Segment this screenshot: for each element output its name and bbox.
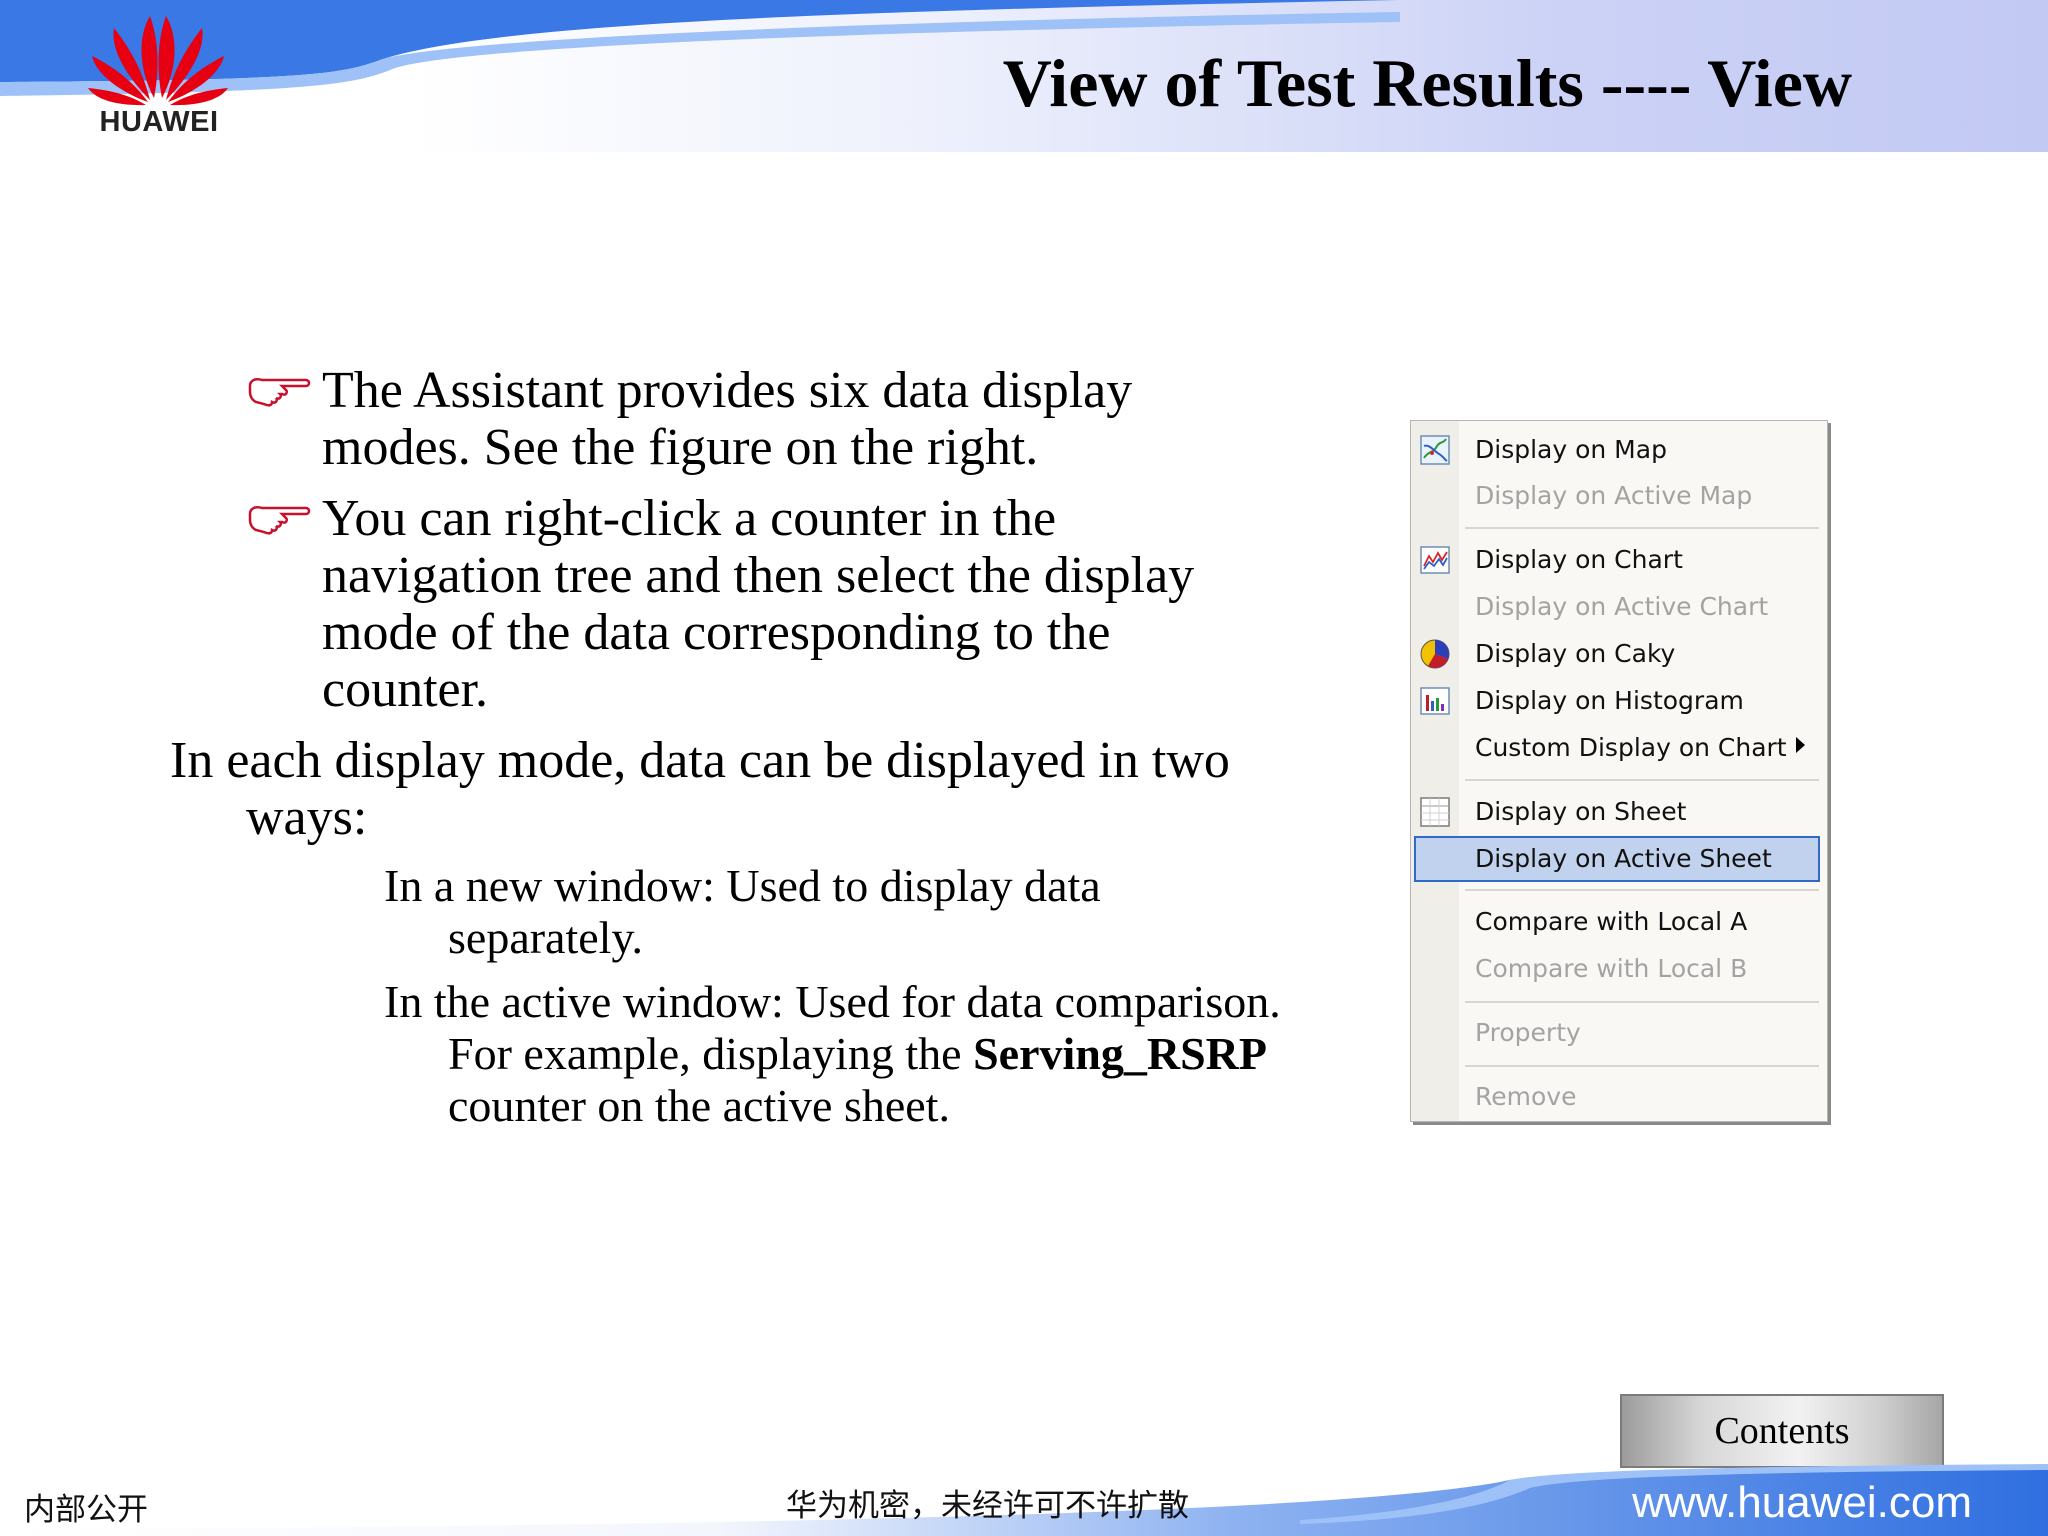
menu-separator: [1465, 889, 1819, 891]
menu-item-display-on-sheet[interactable]: Display on Sheet: [1411, 789, 1827, 835]
menu-item-label: Display on Active Sheet: [1475, 844, 1772, 873]
menu-item-label: Compare with Local A: [1475, 907, 1748, 936]
menu-item-label: Display on Caky: [1475, 639, 1676, 668]
pie-chart-icon: [1420, 639, 1450, 669]
menu-item-label: Remove: [1475, 1082, 1577, 1111]
menu-item-display-on-active-sheet[interactable]: Display on Active Sheet: [1414, 836, 1820, 882]
menu-item-property[interactable]: Property: [1411, 1010, 1827, 1056]
menu-separator: [1465, 527, 1819, 529]
bullet-text: The Assistant provides six data display …: [322, 362, 1133, 476]
map-icon: [1420, 435, 1450, 465]
slide-body: The Assistant provides six data display …: [170, 362, 1286, 1144]
menu-item-remove[interactable]: Remove: [1411, 1074, 1827, 1120]
menu-item-display-on-active-map[interactable]: Display on Active Map: [1411, 473, 1827, 519]
menu-item-label: Custom Display on Chart: [1475, 733, 1787, 762]
menu-item-label: Display on Active Chart: [1475, 592, 1769, 621]
histogram-icon: [1420, 687, 1450, 715]
menu-item-label: Display on Sheet: [1475, 797, 1687, 826]
counter-name: Serving_RSRP: [973, 1028, 1267, 1079]
new-window-item: In a new window: Used to display data se…: [384, 860, 1101, 963]
confidentiality-notice: 华为机密，未经许可不许扩散: [786, 1488, 1189, 1524]
logo-wordmark: HUAWEI: [99, 106, 219, 138]
menu-item-label: Display on Chart: [1475, 545, 1683, 574]
menu-separator: [1465, 1001, 1819, 1003]
menu-item-label: Compare with Local B: [1475, 954, 1748, 983]
menu-item-label: Property: [1475, 1018, 1581, 1047]
active-window-item: In the active window: Used for data comp…: [296, 976, 1286, 1132]
active-window-text-end: counter on the active sheet.: [448, 1080, 950, 1131]
display-ways-paragraph: In each display mode, data can be displa…: [170, 732, 1230, 846]
menu-item-label: Display on Map: [1475, 435, 1667, 464]
bullet-item: You can right-click a counter in the nav…: [246, 490, 1286, 718]
page-title: View of Test Results ---- View: [1002, 45, 1852, 121]
pointing-hand-icon: [248, 378, 311, 407]
website-link[interactable]: www.huawei.com: [1632, 1478, 1972, 1528]
menu-item-display-on-histogram[interactable]: Display on Histogram: [1411, 678, 1827, 724]
context-menu: Display on Map Display on Active Map Dis…: [1410, 420, 1828, 1122]
classification-label: 内部公开: [24, 1492, 148, 1528]
menu-item-label: Display on Active Map: [1475, 481, 1753, 510]
submenu-arrow-icon: [1796, 737, 1805, 753]
bullet-text: You can right-click a counter in the nav…: [322, 490, 1195, 718]
menu-item-display-on-active-chart[interactable]: Display on Active Chart: [1411, 584, 1827, 630]
menu-separator: [1465, 1065, 1819, 1067]
menu-item-label: Display on Histogram: [1475, 686, 1744, 715]
menu-item-compare-with-local-a[interactable]: Compare with Local A: [1411, 899, 1827, 945]
menu-item-custom-display-on-chart[interactable]: Custom Display on Chart: [1411, 725, 1827, 771]
contents-button[interactable]: Contents: [1620, 1394, 1944, 1468]
menu-item-display-on-map[interactable]: Display on Map: [1411, 427, 1827, 473]
menu-separator: [1465, 779, 1819, 781]
line-chart-icon: [1420, 546, 1450, 574]
pointing-hand-icon: [248, 506, 311, 535]
menu-item-compare-with-local-b[interactable]: Compare with Local B: [1411, 946, 1827, 992]
sheet-icon: [1420, 797, 1450, 827]
bullet-item: The Assistant provides six data display …: [246, 362, 1286, 476]
menu-item-display-on-chart[interactable]: Display on Chart: [1411, 537, 1827, 583]
menu-item-display-on-caky[interactable]: Display on Caky: [1411, 631, 1827, 677]
